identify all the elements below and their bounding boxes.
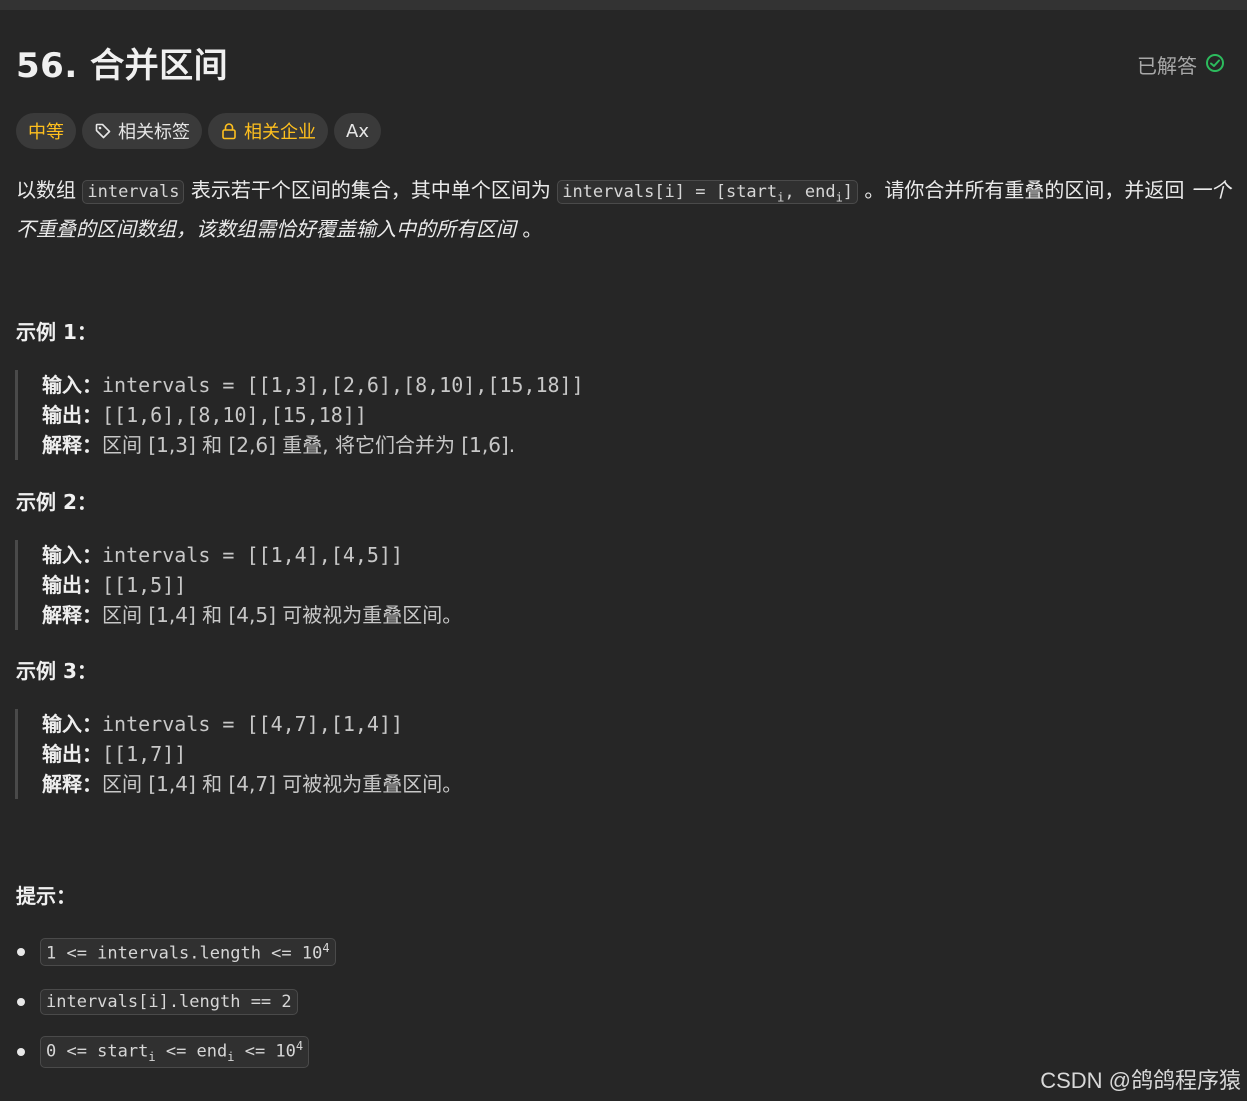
related-tags-label: 相关标签: [118, 122, 190, 143]
example-3-block: 输入：intervals = [[4,7],[1,4]] 输出：[[1,7]] …: [15, 709, 462, 799]
difficulty-badge[interactable]: 中等: [16, 113, 76, 149]
constraints-title: 提示：: [16, 884, 76, 908]
code-sup: 4: [322, 940, 330, 955]
bullet-dot: [17, 1048, 25, 1056]
explain-value: 区间 [1,4] 和 [4,7] 可被视为重叠区间。: [102, 772, 463, 796]
check-circle-icon: [1205, 52, 1225, 80]
constraint-item: 1 <= intervals.length <= 104: [16, 936, 336, 968]
constraint-item: 0 <= starti <= endi <= 104: [16, 1036, 336, 1068]
input-value: intervals = [[4,7],[1,4]]: [102, 712, 404, 736]
constraints-list: 1 <= intervals.length <= 104 intervals[i…: [16, 936, 336, 1086]
code-part: <= end: [155, 1042, 228, 1063]
example-1-title: 示例 1：: [16, 320, 97, 344]
problem-description: 以数组 intervals 表示若干个区间的集合，其中单个区间为 interva…: [16, 174, 1231, 245]
explain-label: 解释：: [42, 772, 102, 796]
code-part: intervals[i] = [start: [562, 182, 778, 202]
desc-text-3: 。请你合并所有重叠的区间，并返回: [858, 178, 1191, 202]
example-3-title: 示例 3：: [16, 659, 97, 683]
explain-label: 解释：: [42, 433, 102, 457]
explain-value: 区间 [1,4] 和 [4,5] 可被视为重叠区间。: [102, 603, 463, 627]
bullet-dot: [17, 998, 25, 1006]
font-toggle-button[interactable]: Ax: [334, 113, 381, 149]
code-part: , end: [784, 182, 836, 202]
code-part: 1 <= intervals.length <= 10: [46, 943, 323, 964]
related-companies-button[interactable]: 相关企业: [208, 113, 328, 149]
bullet-dot: [17, 948, 25, 956]
tag-icon: [94, 122, 112, 140]
input-value: intervals = [[1,4],[4,5]]: [102, 543, 404, 567]
code-sup: 4: [295, 1039, 304, 1054]
solved-label: 已解答: [1137, 54, 1197, 78]
constraint-code: 0 <= starti <= endi <= 104: [40, 1036, 310, 1068]
output-label: 输出：: [42, 403, 102, 427]
example-output: 输出：[[1,6],[8,10],[15,18]]: [42, 400, 584, 430]
explain-label: 解释：: [42, 603, 102, 627]
lock-icon: [220, 122, 238, 140]
example-input: 输入：intervals = [[4,7],[1,4]]: [42, 709, 462, 739]
related-companies-label: 相关企业: [244, 122, 316, 143]
page-title: 56. 合并区间: [16, 46, 229, 86]
input-label: 输入：: [42, 373, 102, 397]
output-value: [[1,5]]: [102, 573, 187, 597]
font-toggle-label: Ax: [346, 120, 369, 142]
related-tags-button[interactable]: 相关标签: [82, 113, 202, 149]
top-bar: [0, 0, 1247, 10]
code-sub: i: [148, 1050, 156, 1065]
output-label: 输出：: [42, 742, 102, 766]
code-part: 0 <= start: [46, 1042, 149, 1063]
solved-status[interactable]: 已解答: [1137, 52, 1225, 80]
output-label: 输出：: [42, 573, 102, 597]
desc-text-1: 以数组: [16, 178, 83, 202]
code-part: ]: [842, 182, 854, 202]
difficulty-label: 中等: [28, 122, 64, 143]
code-sub: i: [835, 190, 843, 205]
example-input: 输入：intervals = [[1,4],[4,5]]: [42, 540, 462, 570]
output-value: [[1,6],[8,10],[15,18]]: [102, 403, 367, 427]
inline-code-interval-def: intervals[i] = [starti, endi]: [557, 180, 859, 205]
output-value: [[1,7]]: [102, 742, 187, 766]
example-output: 输出：[[1,5]]: [42, 570, 462, 600]
inline-code-intervals: intervals: [82, 180, 185, 204]
example-input: 输入：intervals = [[1,3],[2,6],[8,10],[15,1…: [42, 370, 584, 400]
example-explanation: 解释：区间 [1,4] 和 [4,7] 可被视为重叠区间。: [42, 769, 462, 799]
code-part: <= 10: [234, 1042, 296, 1063]
input-label: 输入：: [42, 712, 102, 736]
example-1-block: 输入：intervals = [[1,3],[2,6],[8,10],[15,1…: [15, 370, 584, 460]
constraint-code: 1 <= intervals.length <= 104: [40, 937, 336, 967]
example-explanation: 解释：区间 [1,4] 和 [4,5] 可被视为重叠区间。: [42, 600, 462, 630]
constraint-item: intervals[i].length == 2: [16, 986, 336, 1018]
input-label: 输入：: [42, 543, 102, 567]
example-output: 输出：[[1,7]]: [42, 739, 462, 769]
desc-text-2: 表示若干个区间的集合，其中单个区间为: [184, 178, 558, 202]
example-explanation: 解释：区间 [1,3] 和 [2,6] 重叠, 将它们合并为 [1,6].: [42, 430, 584, 460]
watermark: CSDN @鸽鸽程序猿: [1040, 1068, 1241, 1093]
input-value: intervals = [[1,3],[2,6],[8,10],[15,18]]: [102, 373, 584, 397]
tag-row: 中等 相关标签 相关企业 Ax: [16, 113, 381, 149]
desc-text-4: 。: [516, 217, 543, 242]
explain-value: 区间 [1,3] 和 [2,6] 重叠, 将它们合并为 [1,6].: [102, 433, 516, 457]
example-2-block: 输入：intervals = [[1,4],[4,5]] 输出：[[1,5]] …: [15, 540, 462, 630]
constraint-code: intervals[i].length == 2: [40, 989, 298, 1015]
example-2-title: 示例 2：: [16, 490, 97, 514]
